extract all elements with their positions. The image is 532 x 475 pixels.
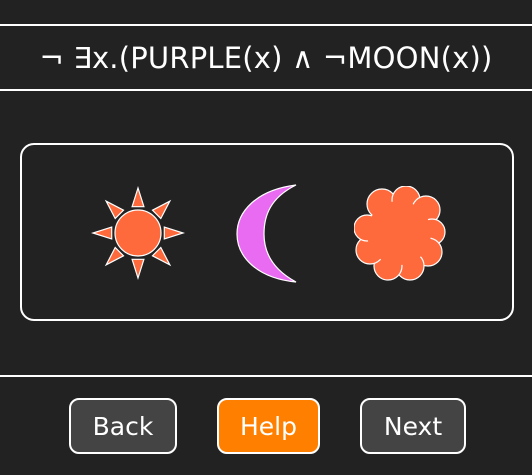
sun-ray xyxy=(163,226,185,240)
sun-ray xyxy=(151,246,172,267)
logic-formula: ¬ ∃x.(PURPLE(x) ∧ ¬MOON(x)) xyxy=(39,40,493,75)
shape-scene xyxy=(20,143,514,321)
sun-icon xyxy=(91,185,185,281)
sun-ray xyxy=(91,226,113,240)
sun-ray xyxy=(104,199,125,220)
help-button[interactable]: Help xyxy=(217,398,320,454)
sun-ray xyxy=(151,199,172,220)
moon-icon xyxy=(236,184,300,284)
sun-ray xyxy=(104,246,125,267)
next-button[interactable]: Next xyxy=(360,398,466,454)
sun-ray xyxy=(131,186,145,208)
formula-divider xyxy=(0,89,532,91)
cloud-icon xyxy=(354,186,446,282)
sun-ray xyxy=(131,258,145,280)
footer-divider xyxy=(0,375,532,377)
back-button[interactable]: Back xyxy=(69,398,177,454)
